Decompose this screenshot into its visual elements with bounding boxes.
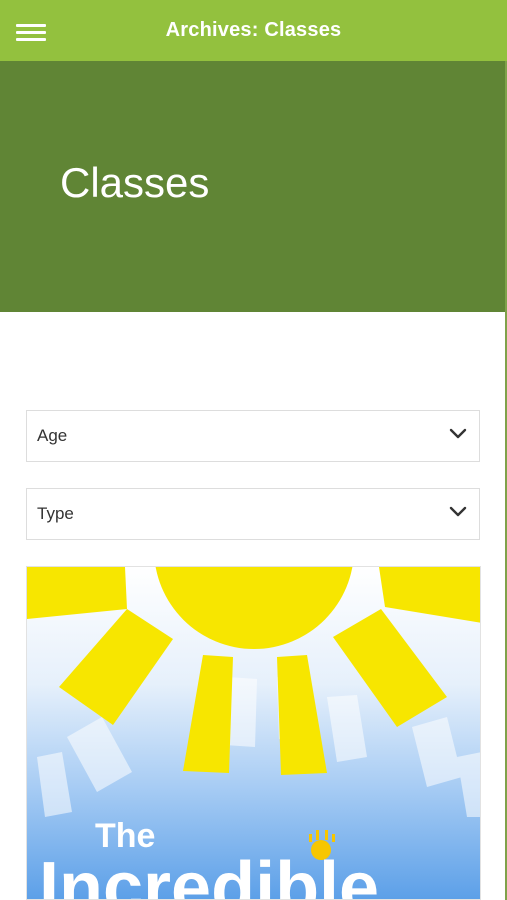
age-filter-select[interactable]: Age: [26, 410, 480, 462]
chevron-down-icon: [449, 428, 467, 439]
header-title: Archives: Classes: [165, 19, 342, 41]
page-title: Classes: [60, 159, 210, 206]
type-filter-select[interactable]: Type: [26, 488, 480, 540]
image-text-incredible: Incredible: [39, 848, 379, 900]
chevron-down-icon: [449, 506, 467, 517]
hamburger-menu-icon[interactable]: [16, 24, 46, 41]
type-filter-label: Type: [37, 504, 74, 523]
top-app-bar: Archives: Classes: [0, 0, 507, 61]
sun-illustration: The Incredible: [27, 567, 480, 900]
age-filter-label: Age: [37, 426, 68, 445]
class-card-image[interactable]: The Incredible: [26, 566, 481, 900]
hero-banner: Classes: [0, 61, 507, 312]
